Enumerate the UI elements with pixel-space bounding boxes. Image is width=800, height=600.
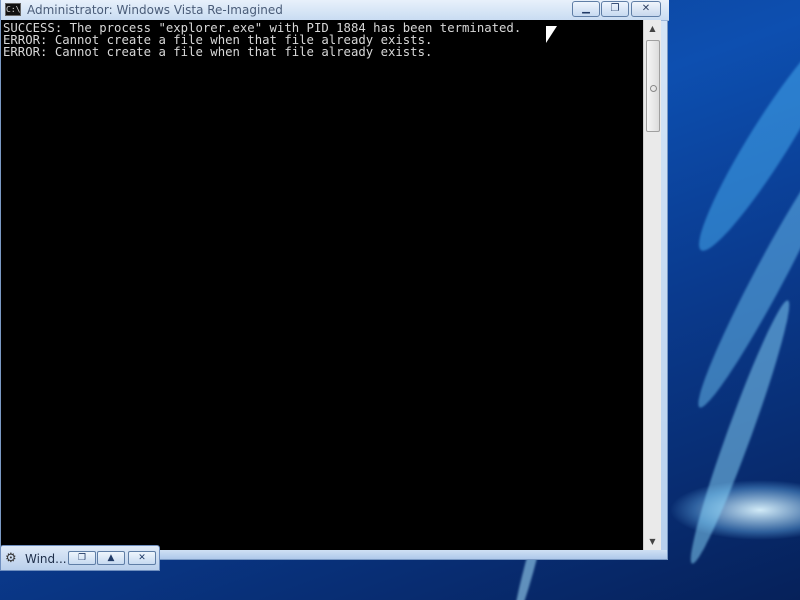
scroll-up-arrow-icon[interactable]: ▲ xyxy=(644,20,661,37)
title-bar[interactable]: C:\ Administrator: Windows Vista Re-Imag… xyxy=(1,0,669,21)
restore-icon: ❐ xyxy=(77,553,87,563)
console-window: C:\ Administrator: Windows Vista Re-Imag… xyxy=(0,0,669,560)
maximize-icon: ❐ xyxy=(610,3,620,14)
mouse-cursor-icon xyxy=(546,26,557,43)
window-title: Administrator: Windows Vista Re-Imagined xyxy=(27,3,283,17)
scroll-down-arrow-icon[interactable]: ▼ xyxy=(644,533,661,550)
maximize-button[interactable]: ▲ xyxy=(97,551,125,565)
minimize-button[interactable]: ▁ xyxy=(572,1,600,17)
minimized-window-title[interactable]: Wind... xyxy=(25,552,67,566)
close-button[interactable]: ✕ xyxy=(128,551,156,565)
minimized-window[interactable]: ⚙ Wind... ❐ ▲ ✕ xyxy=(0,545,160,571)
close-icon: ✕ xyxy=(138,553,146,563)
close-button[interactable]: ✕ xyxy=(631,1,661,17)
vertical-scrollbar[interactable]: ▲ ▼ xyxy=(643,20,661,550)
minimize-icon: ▁ xyxy=(582,3,590,14)
console-app-icon[interactable]: C:\ xyxy=(5,3,21,16)
close-icon: ✕ xyxy=(641,3,651,14)
window-app-icon: ⚙ xyxy=(5,551,17,566)
maximize-icon: ▲ xyxy=(107,553,115,563)
scroll-grip-icon xyxy=(650,85,657,92)
console-output[interactable]: SUCCESS: The process "explorer.exe" with… xyxy=(1,20,643,550)
maximize-button[interactable]: ❐ xyxy=(601,1,629,17)
restore-button[interactable]: ❐ xyxy=(68,551,96,565)
scroll-thumb[interactable] xyxy=(646,40,660,132)
console-line: ERROR: Cannot create a file when that fi… xyxy=(3,45,433,59)
